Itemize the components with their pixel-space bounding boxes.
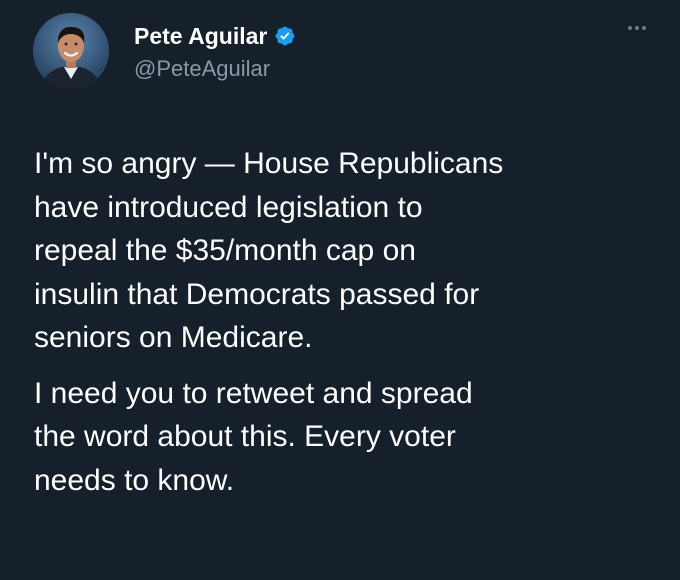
profile-photo-icon <box>33 13 109 89</box>
ellipsis-icon <box>628 26 632 30</box>
tweet-text: I'm so angry — House Republicans have in… <box>34 142 664 502</box>
display-name[interactable]: Pete Aguilar <box>134 23 267 50</box>
avatar[interactable] <box>33 13 109 89</box>
tweet-paragraph: I'm so angry — House Republicans have in… <box>34 147 504 354</box>
more-options-button[interactable] <box>624 22 650 34</box>
author-handle[interactable]: @PeteAguilar <box>134 56 270 82</box>
tweet-paragraph: I need you to retweet and spread the wor… <box>34 376 473 497</box>
author-name-row[interactable]: Pete Aguilar <box>134 21 296 51</box>
tweet-card: Pete Aguilar @PeteAguilar I'm so angry —… <box>0 0 680 580</box>
verified-badge-icon <box>275 26 295 46</box>
